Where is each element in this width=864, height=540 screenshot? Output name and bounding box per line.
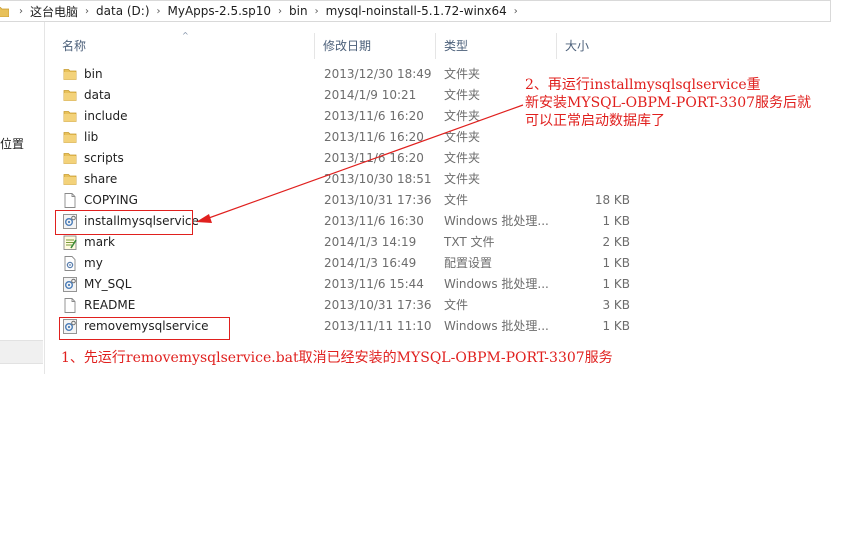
- annotation-arrow: [196, 104, 524, 223]
